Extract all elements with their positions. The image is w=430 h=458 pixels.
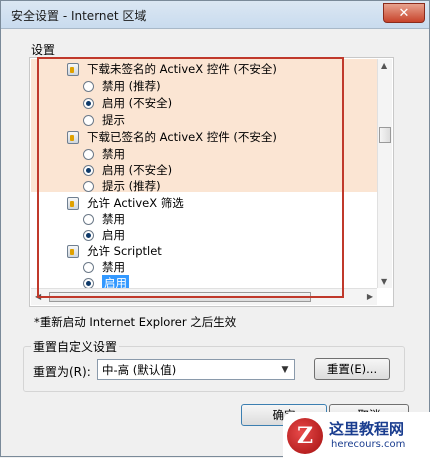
- site-watermark: Z 这里教程网 herecours.com: [283, 412, 430, 458]
- radio-option-label: 禁用: [102, 147, 125, 161]
- radio-button-checked[interactable]: [83, 97, 94, 109]
- radio-button-checked[interactable]: [83, 164, 94, 176]
- radio-option[interactable]: 启用: [83, 227, 125, 243]
- restart-note: *重新启动 Internet Explorer 之后生效: [34, 315, 237, 329]
- radio-button-checked[interactable]: [83, 229, 94, 241]
- radio-option-label: 启用: [102, 228, 125, 242]
- vertical-scrollbar[interactable]: ▲ ▼: [377, 59, 392, 288]
- horizontal-scroll-thumb[interactable]: [49, 292, 311, 302]
- radio-option[interactable]: 禁用: [83, 211, 125, 227]
- reset-level-value: 中-高 (默认值): [102, 363, 177, 377]
- radio-button[interactable]: [83, 180, 94, 192]
- radio-button-checked[interactable]: [83, 277, 94, 288]
- radio-button[interactable]: [83, 213, 94, 225]
- scroll-right-arrow-icon[interactable]: ▶: [367, 292, 373, 301]
- radio-button[interactable]: [83, 148, 94, 160]
- scroll-left-arrow-icon[interactable]: ◀: [35, 292, 41, 301]
- radio-option[interactable]: 启用 (不安全): [83, 95, 172, 111]
- radio-option[interactable]: 禁用 (推荐): [83, 78, 161, 94]
- setting-node-icon: [67, 244, 79, 258]
- chevron-down-icon[interactable]: ▼: [278, 362, 292, 377]
- setting-heading: 下载未签名的 ActiveX 控件 (不安全): [67, 61, 277, 77]
- vertical-scroll-thumb[interactable]: [379, 127, 391, 143]
- setting-heading: 下载已签名的 ActiveX 控件 (不安全): [67, 129, 277, 145]
- reset-button[interactable]: 重置(E)...: [314, 358, 390, 380]
- radio-option[interactable]: 启用 (不安全): [83, 162, 172, 178]
- settings-list-frame: 下载未签名的 ActiveX 控件 (不安全) 禁用 (推荐) 启用 (不安全)…: [29, 57, 394, 307]
- security-settings-dialog: 安全设置 - Internet 区域 ✕ 设置 下载未签名的 ActiveX 控…: [0, 0, 430, 458]
- radio-option[interactable]: 禁用: [83, 259, 125, 275]
- radio-option-label: 禁用: [102, 260, 125, 274]
- settings-group-label: 设置: [31, 43, 56, 57]
- setting-heading-label: 允许 ActiveX 筛选: [87, 196, 184, 210]
- radio-option-label: 禁用 (推荐): [102, 79, 161, 93]
- title-bar[interactable]: 安全设置 - Internet 区域 ✕: [1, 1, 429, 29]
- watermark-logo-icon: Z: [287, 418, 323, 454]
- window-title: 安全设置 - Internet 区域: [11, 9, 147, 23]
- radio-option-label: 禁用: [102, 212, 125, 226]
- radio-option-selected[interactable]: 启用: [83, 275, 129, 288]
- scroll-up-arrow-icon[interactable]: ▲: [381, 61, 387, 70]
- settings-list[interactable]: 下载未签名的 ActiveX 控件 (不安全) 禁用 (推荐) 启用 (不安全)…: [31, 59, 377, 288]
- setting-node-icon: [67, 130, 79, 144]
- close-button[interactable]: ✕: [383, 3, 425, 23]
- radio-option-label: 启用 (不安全): [102, 96, 173, 110]
- setting-heading: 允许 ActiveX 筛选: [67, 195, 184, 211]
- radio-option-label: 启用: [102, 275, 129, 288]
- radio-option[interactable]: 禁用: [83, 146, 125, 162]
- reset-group-title: 重置自定义设置: [31, 338, 120, 355]
- horizontal-scrollbar[interactable]: ◀ ▶: [31, 288, 377, 305]
- setting-heading-label: 下载已签名的 ActiveX 控件 (不安全): [87, 130, 277, 144]
- setting-heading-label: 下载未签名的 ActiveX 控件 (不安全): [87, 62, 277, 76]
- radio-option-label: 提示 (推荐): [102, 179, 161, 193]
- radio-option[interactable]: 提示: [83, 112, 125, 128]
- radio-option[interactable]: 提示 (推荐): [83, 178, 161, 194]
- setting-node-icon: [67, 196, 79, 210]
- reset-level-select[interactable]: 中-高 (默认值) ▼: [97, 359, 295, 380]
- setting-heading: 允许 Scriptlet: [67, 243, 162, 259]
- setting-heading-label: 允许 Scriptlet: [87, 244, 162, 258]
- watermark-url: herecours.com: [331, 439, 406, 450]
- radio-option-label: 提示: [102, 113, 125, 127]
- scroll-down-arrow-icon[interactable]: ▼: [381, 277, 387, 286]
- watermark-title: 这里教程网: [329, 420, 405, 438]
- setting-node-icon: [67, 62, 79, 76]
- radio-button[interactable]: [83, 261, 94, 273]
- reset-label: 重置为(R):: [33, 365, 91, 379]
- radio-button[interactable]: [83, 114, 94, 126]
- radio-button[interactable]: [83, 80, 94, 92]
- radio-option-label: 启用 (不安全): [102, 163, 173, 177]
